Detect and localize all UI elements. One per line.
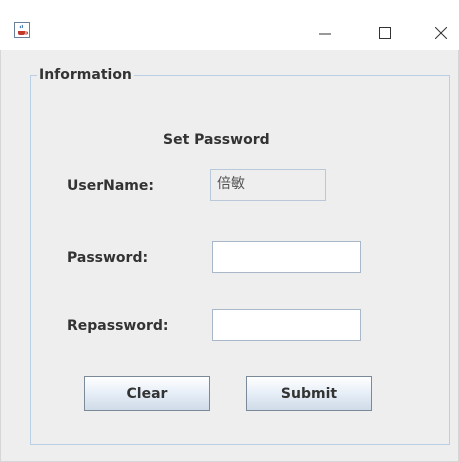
username-label: UserName:	[67, 178, 154, 194]
group-title: Information	[37, 67, 134, 83]
minimize-icon	[319, 33, 331, 35]
username-field[interactable]: 倍敏	[210, 169, 326, 201]
submit-button[interactable]: Submit	[246, 376, 372, 411]
java-coffee-icon[interactable]	[14, 22, 30, 38]
repassword-label: Repassword:	[67, 318, 169, 334]
minimize-button[interactable]	[305, 16, 345, 50]
repassword-field[interactable]	[212, 309, 361, 341]
maximize-icon	[379, 27, 391, 39]
title-bar	[0, 0, 459, 50]
password-field[interactable]	[212, 241, 361, 273]
password-label: Password:	[67, 250, 149, 266]
close-button[interactable]	[421, 16, 459, 50]
clear-button[interactable]: Clear	[84, 376, 210, 411]
form-heading: Set Password	[163, 132, 270, 148]
close-icon	[435, 27, 447, 39]
maximize-button[interactable]	[365, 16, 405, 50]
